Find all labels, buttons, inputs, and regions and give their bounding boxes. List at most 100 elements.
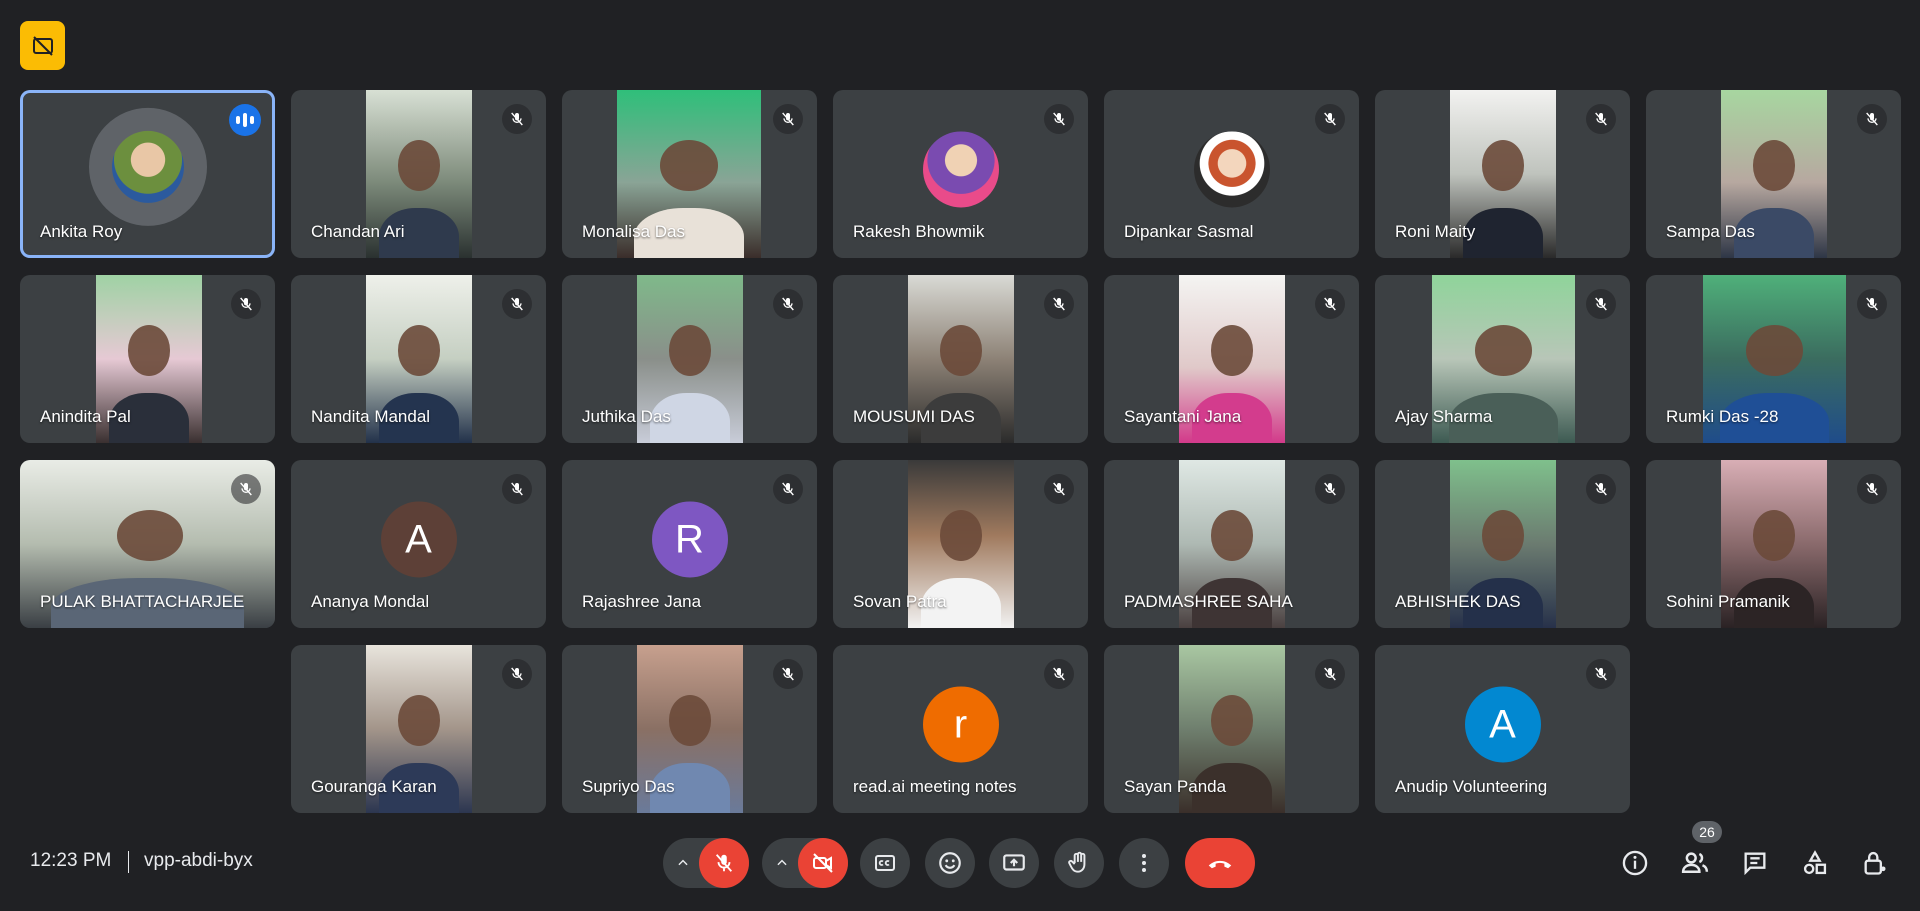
mic-off-icon[interactable]	[1586, 659, 1616, 689]
participant-tile-pulak-bhattacharjee[interactable]: PULAK BHATTACHARJEE	[20, 460, 275, 628]
participant-tile-monalisa-das[interactable]: Monalisa Das	[562, 90, 817, 258]
audio-options-button[interactable]	[669, 838, 697, 888]
participant-name: PULAK BHATTACHARJEE	[40, 592, 245, 611]
participant-tile-roni-maity[interactable]: Roni Maity	[1375, 90, 1630, 258]
participant-tile-mousumi-das[interactable]: MOUSUMI DAS	[833, 275, 1088, 443]
mic-off-icon[interactable]	[1857, 474, 1887, 504]
participant-name: Rakesh Bhowmik	[853, 222, 985, 241]
participant-tile-ajay-sharma[interactable]: Ajay Sharma	[1375, 275, 1630, 443]
mic-off-icon[interactable]	[773, 289, 803, 319]
chat-button[interactable]	[1740, 848, 1770, 878]
participant-name: Sampa Das	[1666, 222, 1755, 241]
mic-off-icon[interactable]	[1044, 659, 1074, 689]
participant-name: Sayan Panda	[1124, 777, 1227, 796]
avatar: R	[651, 501, 728, 578]
host-controls-badge[interactable]	[20, 21, 65, 70]
participant-name: Ajay Sharma	[1395, 407, 1493, 426]
participant-tile-juthika-das[interactable]: Juthika Das	[562, 275, 817, 443]
participant-name: Roni Maity	[1395, 222, 1476, 241]
mic-off-icon[interactable]	[773, 659, 803, 689]
participant-tile-dipankar-sasmal[interactable]: Dipankar Sasmal	[1104, 90, 1359, 258]
more-options-button[interactable]	[1119, 838, 1169, 888]
mic-off-icon[interactable]	[231, 289, 261, 319]
mic-off-icon[interactable]	[502, 104, 532, 134]
participant-name: Rajashree Jana	[582, 592, 702, 611]
participant-name: PADMASHREE SAHA	[1124, 592, 1293, 611]
participant-tile-sayan-panda[interactable]: Sayan Panda	[1104, 645, 1359, 813]
participant-tile-ankita-roy[interactable]: Ankita Roy	[20, 90, 275, 258]
participant-tile-sampa-das[interactable]: Sampa Das	[1646, 90, 1901, 258]
mic-off-icon[interactable]	[1586, 474, 1616, 504]
people-icon	[1681, 852, 1709, 873]
participant-tile-anudip-volunteering[interactable]: A Anudip Volunteering	[1375, 645, 1630, 813]
mic-off-icon[interactable]	[773, 104, 803, 134]
participant-tile-ananya-mondal[interactable]: A Ananya Mondal	[291, 460, 546, 628]
participant-tile-sohini-pramanik[interactable]: Sohini Pramanik	[1646, 460, 1901, 628]
avatar	[922, 131, 999, 208]
participant-name: Sohini Pramanik	[1666, 592, 1790, 611]
camera-toggle-button[interactable]	[798, 838, 848, 888]
participant-tile-supriyo-das[interactable]: Supriyo Das	[562, 645, 817, 813]
mic-off-icon[interactable]	[1044, 289, 1074, 319]
raise-hand-button[interactable]	[1054, 838, 1104, 888]
mic-off-icon[interactable]	[231, 474, 261, 504]
chevron-up-icon	[777, 859, 787, 866]
participant-name: Monalisa Das	[582, 222, 685, 241]
meeting-code: vpp-abdi-byx	[144, 850, 253, 871]
participant-tile-sayantani-jana[interactable]: Sayantani Jana	[1104, 275, 1359, 443]
avatar: A	[380, 501, 457, 578]
leave-call-button[interactable]	[1185, 838, 1255, 888]
participant-name: ABHISHEK DAS	[1395, 592, 1521, 611]
participant-grid: Ankita Roy Chandan Ari Monalisa Das Rake…	[20, 90, 1902, 813]
participant-tile-anindita-pal[interactable]: Anindita Pal	[20, 275, 275, 443]
participant-tile-gouranga-karan[interactable]: Gouranga Karan	[291, 645, 546, 813]
participant-tile-chandan-ari[interactable]: Chandan Ari	[291, 90, 546, 258]
host-controls-button[interactable]	[1860, 848, 1890, 878]
mic-off-icon[interactable]	[773, 474, 803, 504]
participant-tile-read-ai-meeting-notes[interactable]: r read.ai meeting notes	[833, 645, 1088, 813]
participant-tile-rumki-das-28[interactable]: Rumki Das -28	[1646, 275, 1901, 443]
mic-off-icon[interactable]	[1315, 474, 1345, 504]
shapes-icon	[1803, 850, 1827, 875]
mic-off-icon[interactable]	[502, 659, 532, 689]
mic-off-icon[interactable]	[1586, 289, 1616, 319]
mic-off-icon[interactable]	[502, 289, 532, 319]
chevron-up-icon	[678, 859, 688, 866]
reactions-button[interactable]	[925, 838, 975, 888]
present-screen-button[interactable]	[989, 838, 1039, 888]
participant-tile-nandita-mandal[interactable]: Nandita Mandal	[291, 275, 546, 443]
activities-button[interactable]	[1800, 848, 1830, 878]
emoji-icon	[939, 852, 961, 874]
participant-tile-padmashree-saha[interactable]: PADMASHREE SAHA	[1104, 460, 1359, 628]
mic-off-icon[interactable]	[1315, 104, 1345, 134]
mic-off-icon[interactable]	[1857, 289, 1887, 319]
mic-off-icon[interactable]	[1044, 474, 1074, 504]
participant-tile-sovan-patra[interactable]: Sovan Patra	[833, 460, 1088, 628]
mic-off-icon	[715, 854, 733, 872]
mic-off-icon[interactable]	[502, 474, 532, 504]
mic-off-icon[interactable]	[1044, 104, 1074, 134]
participant-name: Ananya Mondal	[311, 592, 430, 611]
participant-name: Nandita Mandal	[311, 407, 431, 426]
mic-off-icon[interactable]	[1586, 104, 1616, 134]
participant-name: Sovan Patra	[853, 592, 947, 611]
participant-tile-rakesh-bhowmik[interactable]: Rakesh Bhowmik	[833, 90, 1088, 258]
meeting-details-button[interactable]	[1620, 848, 1650, 878]
hand-icon	[1068, 851, 1086, 873]
present-screen-icon	[1003, 854, 1025, 871]
participant-tile-rajashree-jana[interactable]: R Rajashree Jana	[562, 460, 817, 628]
participant-name: Juthika Das	[582, 407, 671, 426]
lock-person-icon	[1864, 851, 1886, 875]
mic-off-icon[interactable]	[1857, 104, 1887, 134]
participant-tile-abhishek-das[interactable]: ABHISHEK DAS	[1375, 460, 1630, 628]
mic-off-icon[interactable]	[1315, 289, 1345, 319]
captions-button[interactable]	[860, 838, 910, 888]
people-button[interactable]	[1680, 848, 1710, 878]
microphone-toggle-button[interactable]	[699, 838, 749, 888]
participant-name: Dipankar Sasmal	[1124, 222, 1254, 241]
video-options-button[interactable]	[768, 838, 796, 888]
participant-name: Chandan Ari	[311, 222, 405, 241]
mic-off-icon[interactable]	[1315, 659, 1345, 689]
divider	[128, 851, 129, 873]
end-call-icon	[1208, 860, 1232, 869]
